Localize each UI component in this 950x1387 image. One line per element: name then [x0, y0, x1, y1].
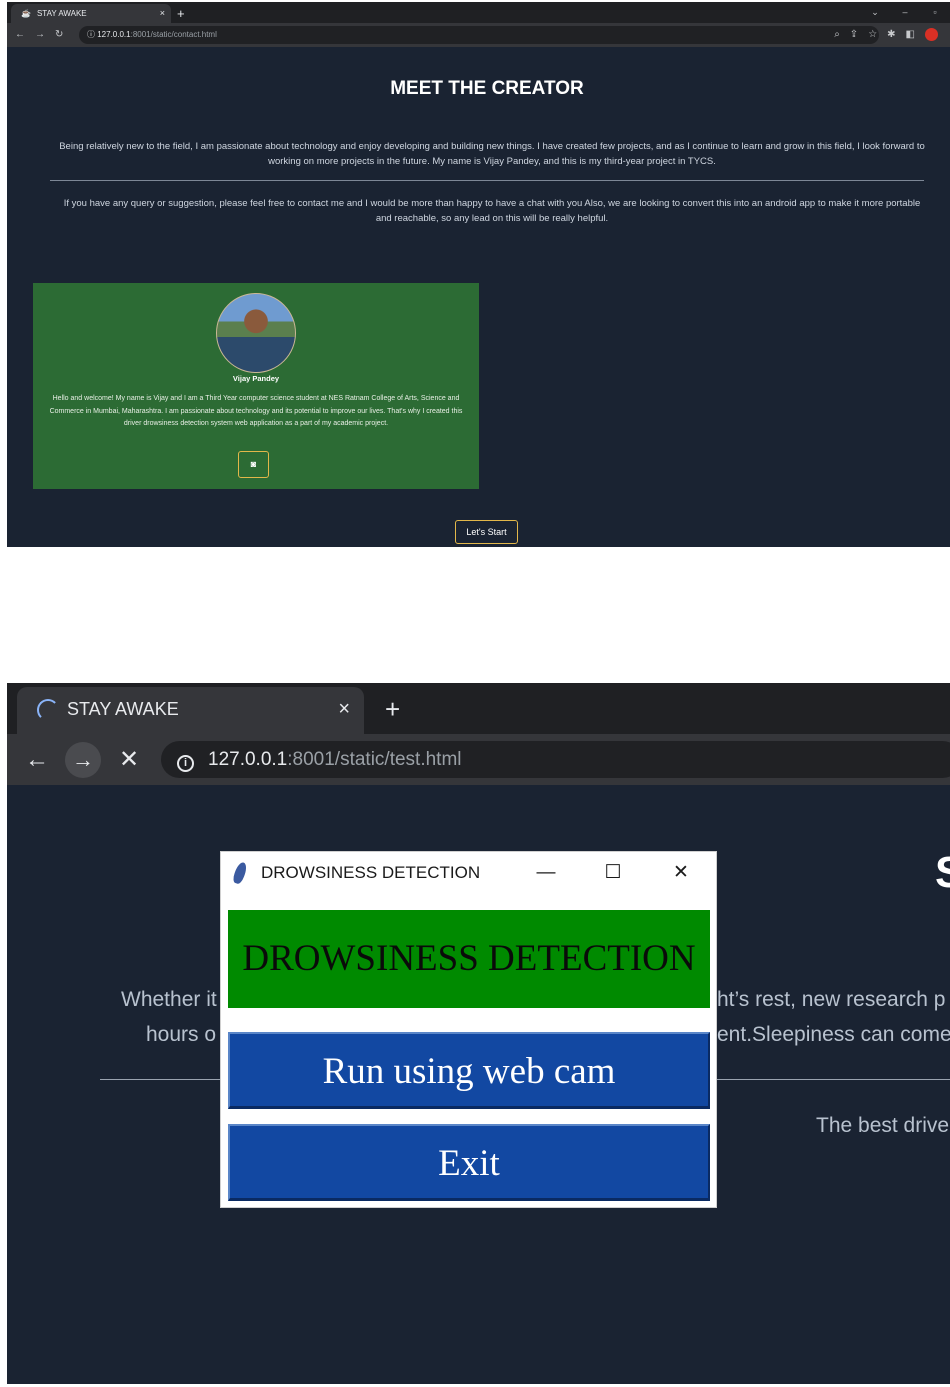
contact-page-screenshot: ☕ STAY AWAKE × + ⌄ – ▫ ←→↻ ⓘ 127.0.0.1:80… [7, 2, 950, 547]
tab-close-icon[interactable]: × [338, 687, 350, 732]
maximize-icon[interactable]: ▫ [920, 2, 950, 23]
zoom-icon[interactable]: ⌕ [834, 23, 840, 47]
maximize-icon[interactable]: ☐ [593, 852, 633, 894]
url-input[interactable]: i 127.0.0.1:8001/static/test.html [161, 741, 950, 778]
reload-icon[interactable]: ↻ [55, 29, 73, 40]
lets-start-button[interactable]: Let's Start [455, 520, 518, 544]
nav-buttons[interactable]: ←→↻ [15, 23, 73, 47]
stop-loading-icon[interactable]: ✕ [119, 734, 139, 785]
coffee-icon: ☕ [21, 9, 31, 18]
bg-text-left-line1: Whether it [121, 988, 217, 1011]
creator-bio: Hello and welcome! My name is Vijay and … [49, 395, 463, 427]
browser-tab[interactable]: ☕ STAY AWAKE × [11, 4, 171, 23]
creator-card: Vijay Pandey Hello and welcome! My name … [33, 283, 479, 489]
dialog-title: DROWSINESS DETECTION [261, 863, 481, 882]
page-title: MEET THE CREATOR [390, 78, 584, 99]
loading-spinner-icon [37, 699, 59, 721]
url-host: 127.0.0.1 [97, 30, 131, 39]
browser-tab[interactable]: STAY AWAKE × [17, 687, 364, 734]
sidepanel-icon[interactable]: ◧ [906, 23, 915, 47]
drowsiness-dialog: DROWSINESS DETECTION — ☐ ✕ DROWSINESS DE… [220, 851, 717, 1208]
divider [50, 180, 924, 181]
address-bar: ← → ✕ i 127.0.0.1:8001/static/test.html [7, 734, 950, 785]
window-controls: ⌄ – ▫ [860, 2, 950, 23]
tab-title: STAY AWAKE [36, 9, 87, 18]
run-webcam-button[interactable]: Run using web cam [228, 1032, 710, 1109]
forward-icon[interactable]: → [65, 742, 101, 778]
bg-text-right-line3: The best drive [816, 1114, 950, 1137]
instagram-button[interactable]: ◙ [238, 451, 269, 478]
back-icon[interactable]: ← [25, 734, 49, 785]
new-tab-button[interactable]: + [385, 689, 400, 729]
info-icon[interactable]: i [177, 755, 194, 772]
divider-left [100, 1079, 220, 1080]
toolbar-icons: ⌕ ⇪ ☆ ✱ ◧ [834, 23, 938, 47]
creator-name: Vijay Pandey [232, 374, 280, 383]
contact-paragraph: If you have any query or suggestion, ple… [63, 198, 921, 224]
divider-right [717, 1079, 950, 1080]
page-heading-fragment: S [935, 848, 950, 897]
back-icon[interactable]: ← [15, 29, 35, 40]
tab-close-icon[interactable]: × [160, 4, 165, 23]
url-path: :8001/static/test.html [287, 749, 462, 770]
tab-search-icon[interactable]: ⌄ [860, 2, 890, 23]
forward-icon[interactable]: → [35, 29, 55, 40]
bg-text-right-line2: ent.Sleepiness can come [717, 1023, 950, 1046]
exit-button[interactable]: Exit [228, 1124, 710, 1201]
browser-tab-bar: STAY AWAKE × + [7, 683, 950, 734]
profile-avatar[interactable] [925, 28, 938, 41]
extensions-icon[interactable]: ✱ [887, 23, 895, 47]
dialog-titlebar[interactable]: DROWSINESS DETECTION — ☐ ✕ [221, 852, 716, 894]
creator-avatar [216, 293, 296, 373]
bg-text-left-line2: hours o [146, 1023, 217, 1046]
info-icon[interactable]: ⓘ [87, 30, 95, 39]
share-icon[interactable]: ⇪ [850, 23, 858, 47]
url-path: :8001/static/contact.html [130, 30, 217, 39]
dialog-banner: DROWSINESS DETECTION [228, 910, 710, 1008]
browser-tab-bar: ☕ STAY AWAKE × + ⌄ – ▫ [7, 2, 950, 23]
close-icon[interactable]: ✕ [661, 852, 701, 894]
minimize-icon[interactable]: – [890, 2, 920, 23]
bg-text-right-line1: ht’s rest, new research p [717, 988, 946, 1011]
instagram-icon: ◙ [250, 459, 257, 469]
test-page-screenshot: STAY AWAKE × + ← → ✕ i 127.0.0.1:8001/sta… [7, 683, 950, 1384]
minimize-icon[interactable]: — [526, 852, 566, 894]
tab-title: STAY AWAKE [67, 699, 179, 719]
bookmark-star-icon[interactable]: ☆ [868, 23, 877, 47]
url-host: 127.0.0.1 [208, 749, 288, 770]
url-input[interactable]: ⓘ 127.0.0.1:8001/static/contact.html [79, 26, 879, 44]
intro-paragraph: Being relatively new to the field, I am … [59, 141, 925, 167]
new-tab-button[interactable]: + [177, 4, 185, 23]
address-bar: ←→↻ ⓘ 127.0.0.1:8001/static/contact.html… [7, 23, 950, 47]
tk-feather-icon [231, 860, 249, 886]
